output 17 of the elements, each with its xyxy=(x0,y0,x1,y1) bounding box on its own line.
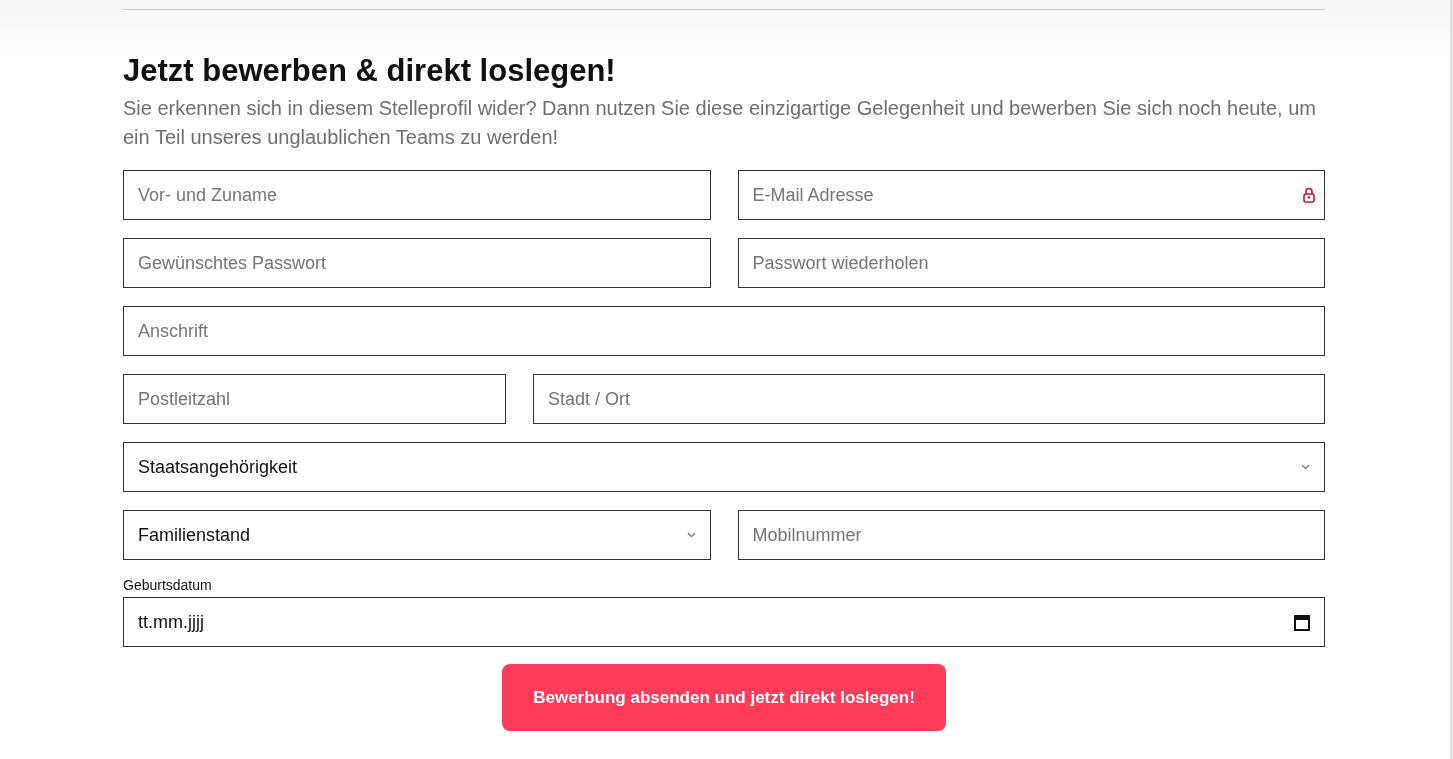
input-field[interactable]: Gewünschtes Passwort xyxy=(123,238,711,288)
input-field[interactable]: E-Mail Adresse xyxy=(737,170,1325,220)
field-label: Geburtsdatum xyxy=(123,577,213,593)
intro-text: Sie erkennen sich in diesem Stelleprofil wider? Dann nutzen Sie diese einzigartige Gelegenheit und bewerben Sie sich noch heute, um ein Teil unseres unglaublichen Teams zu werden! xyxy=(123,96,1317,150)
select-field[interactable]: Familienstand xyxy=(123,510,711,560)
form-heading: Jetzt bewerben & direkt loslegen! xyxy=(123,53,617,89)
calendar-icon[interactable] xyxy=(1294,613,1310,631)
select-field[interactable]: Staatsangehörigkeit xyxy=(123,442,1325,492)
input-field[interactable]: Passwort wiederholen xyxy=(737,238,1325,288)
chevron-down-icon xyxy=(686,532,696,538)
input-field[interactable]: Vor- und Zuname xyxy=(123,170,711,220)
input-field[interactable]: Stadt / Ort xyxy=(533,374,1325,424)
input-field[interactable]: Mobilnummer xyxy=(737,510,1325,560)
input-field[interactable]: Anschrift xyxy=(123,306,1325,356)
chevron-down-icon xyxy=(1301,464,1310,470)
input-field[interactable]: Postleitzahl xyxy=(123,374,506,424)
date-field[interactable]: tt.mm.jjjj xyxy=(123,597,1325,647)
